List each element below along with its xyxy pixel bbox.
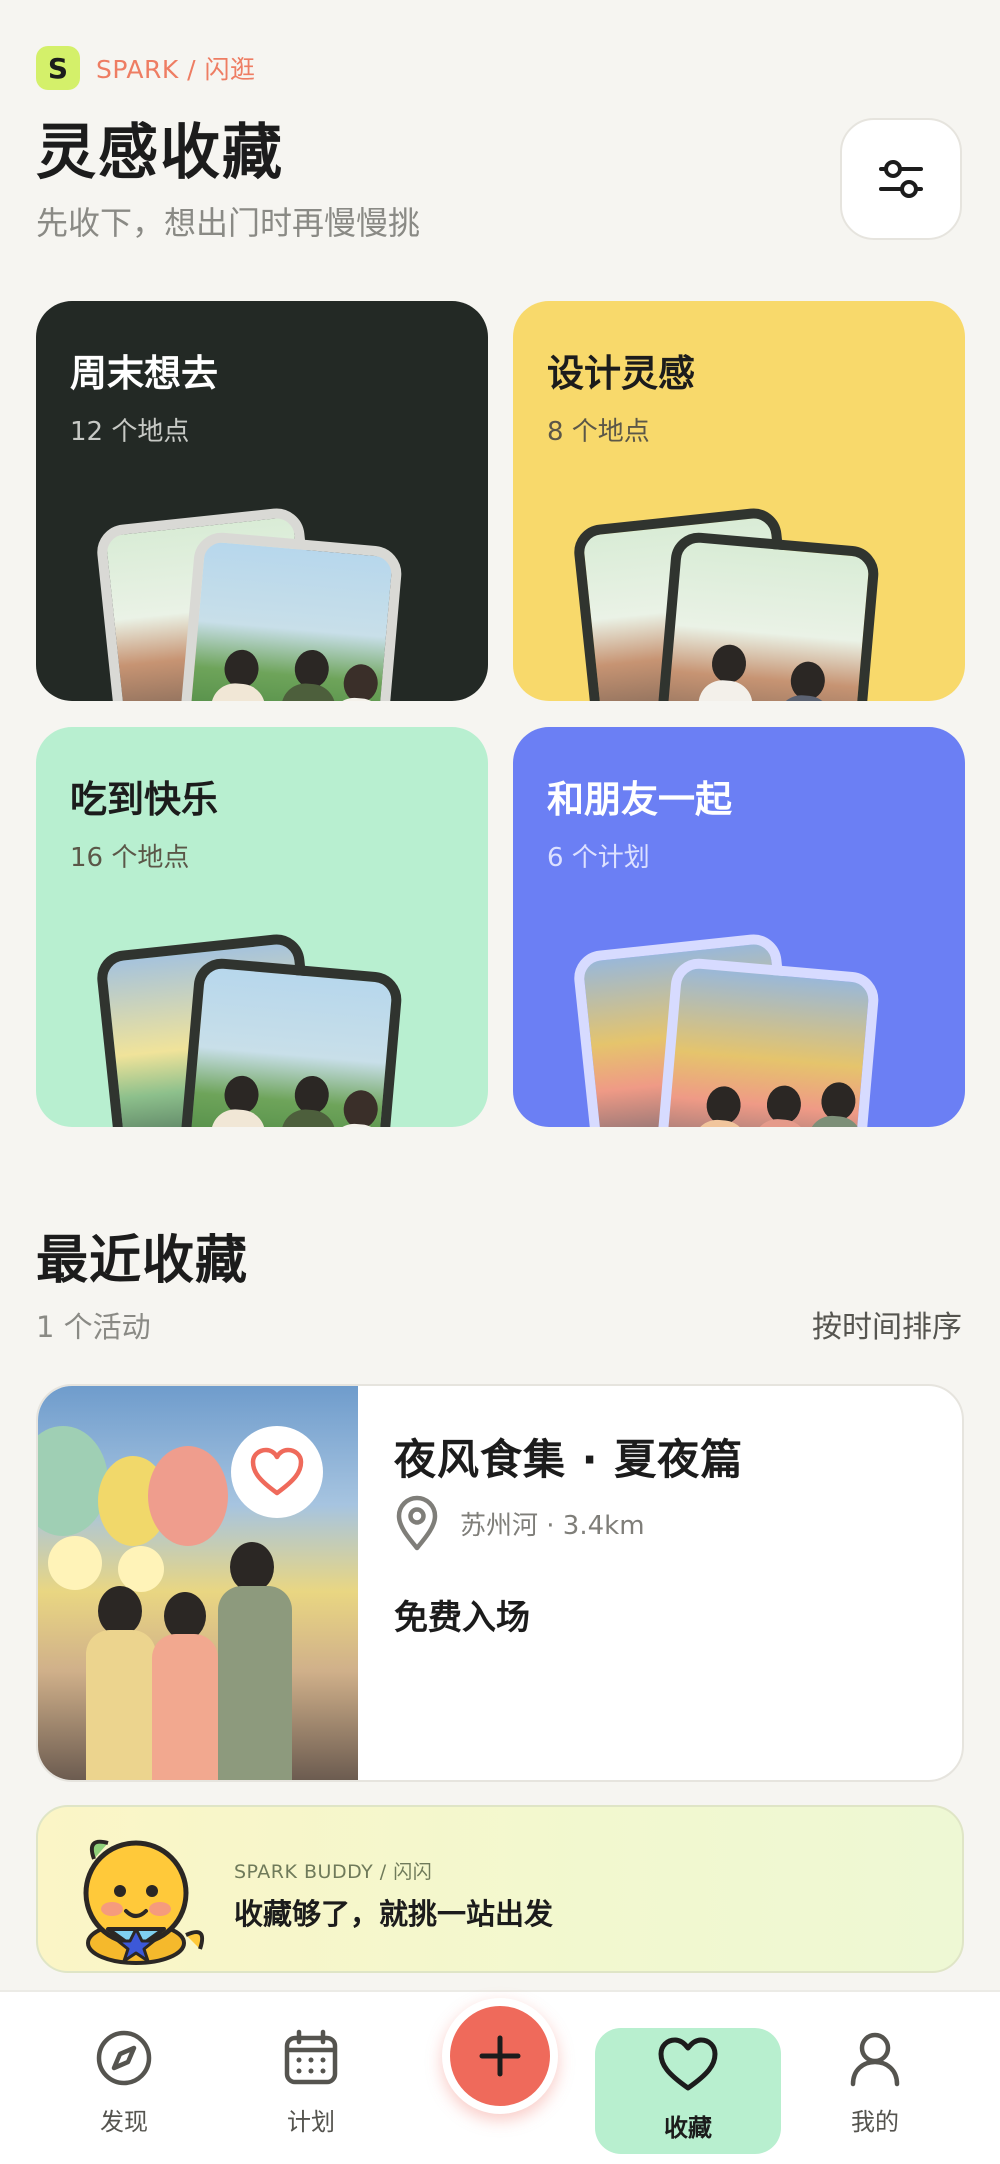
collection-count: 16 个地点 bbox=[70, 843, 190, 873]
tab-saved[interactable]: 收藏 bbox=[595, 2028, 781, 2154]
tab-label: 收藏 bbox=[664, 2114, 712, 2142]
event-location-text: 苏州河 · 3.4km bbox=[460, 1510, 645, 1541]
collection-card-friends[interactable]: 和朋友一起 6 个计划 bbox=[513, 727, 965, 1127]
collection-count: 12 个地点 bbox=[70, 417, 190, 447]
plus-icon bbox=[479, 2035, 521, 2077]
tab-plan[interactable]: 计划 bbox=[251, 2028, 371, 2148]
section-title: 最近收藏 bbox=[36, 1231, 249, 1291]
tab-label: 计划 bbox=[287, 2108, 335, 2136]
location-pin-icon bbox=[396, 1495, 438, 1551]
tab-discover[interactable]: 发现 bbox=[64, 2028, 184, 2148]
brand-logo: S bbox=[36, 46, 80, 90]
page-subtitle: 先收下，想出门时再慢慢挑 bbox=[36, 204, 421, 242]
event-location: 苏州河 · 3.4km bbox=[394, 1494, 645, 1552]
add-button[interactable] bbox=[442, 1998, 558, 2114]
tab-label: 发现 bbox=[100, 2108, 148, 2136]
collection-title: 设计灵感 bbox=[547, 352, 695, 395]
collection-card-food[interactable]: 吃到快乐 16 个地点 bbox=[36, 727, 488, 1127]
calendar-icon bbox=[284, 2029, 338, 2085]
recent-count: 1 个活动 bbox=[36, 1310, 151, 1344]
compass-icon bbox=[96, 2030, 152, 2086]
recent-item-card[interactable]: 夜风食集 · 夏夜篇 苏州河 · 3.4km 免费入场 bbox=[36, 1384, 964, 1782]
heart-icon bbox=[250, 1447, 304, 1496]
event-title: 夜风食集 · 夏夜篇 bbox=[394, 1435, 744, 1484]
favorite-button[interactable] bbox=[231, 1426, 323, 1518]
collection-title: 吃到快乐 bbox=[70, 778, 218, 821]
collection-title: 周末想去 bbox=[70, 352, 218, 395]
collection-card-design[interactable]: 设计灵感 8 个地点 bbox=[513, 301, 965, 701]
collection-count: 8 个地点 bbox=[547, 417, 650, 447]
buddy-banner[interactable]: SPARK BUDDY / 闪闪 收藏够了，就挑一站出发 bbox=[36, 1805, 964, 1973]
collection-photo bbox=[653, 956, 881, 1127]
tab-me[interactable]: 我的 bbox=[815, 2028, 935, 2148]
filter-button[interactable] bbox=[840, 118, 962, 240]
user-icon bbox=[850, 2032, 900, 2087]
sliders-icon bbox=[879, 160, 923, 198]
collection-title: 和朋友一起 bbox=[547, 778, 732, 821]
brand: S SPARK / 闪逛 bbox=[36, 46, 256, 90]
tab-label: 我的 bbox=[851, 2108, 899, 2136]
buddy-message: 收藏够了，就挑一站出发 bbox=[234, 1897, 554, 1931]
page-title: 灵感收藏 bbox=[36, 118, 284, 188]
mascot-avatar bbox=[83, 1839, 205, 1965]
collection-count: 6 个计划 bbox=[547, 843, 650, 873]
brand-name: SPARK / 闪逛 bbox=[96, 55, 256, 84]
collection-photo bbox=[176, 530, 404, 701]
heart-icon bbox=[658, 2037, 718, 2091]
sort-button[interactable]: 按时间排序 bbox=[812, 1302, 962, 1346]
buddy-label: SPARK BUDDY / 闪闪 bbox=[234, 1861, 433, 1883]
collection-photo bbox=[653, 530, 881, 701]
event-price: 免费入场 bbox=[394, 1598, 530, 1638]
collection-photo bbox=[176, 956, 404, 1127]
collection-card-weekend[interactable]: 周末想去 12 个地点 bbox=[36, 301, 488, 701]
